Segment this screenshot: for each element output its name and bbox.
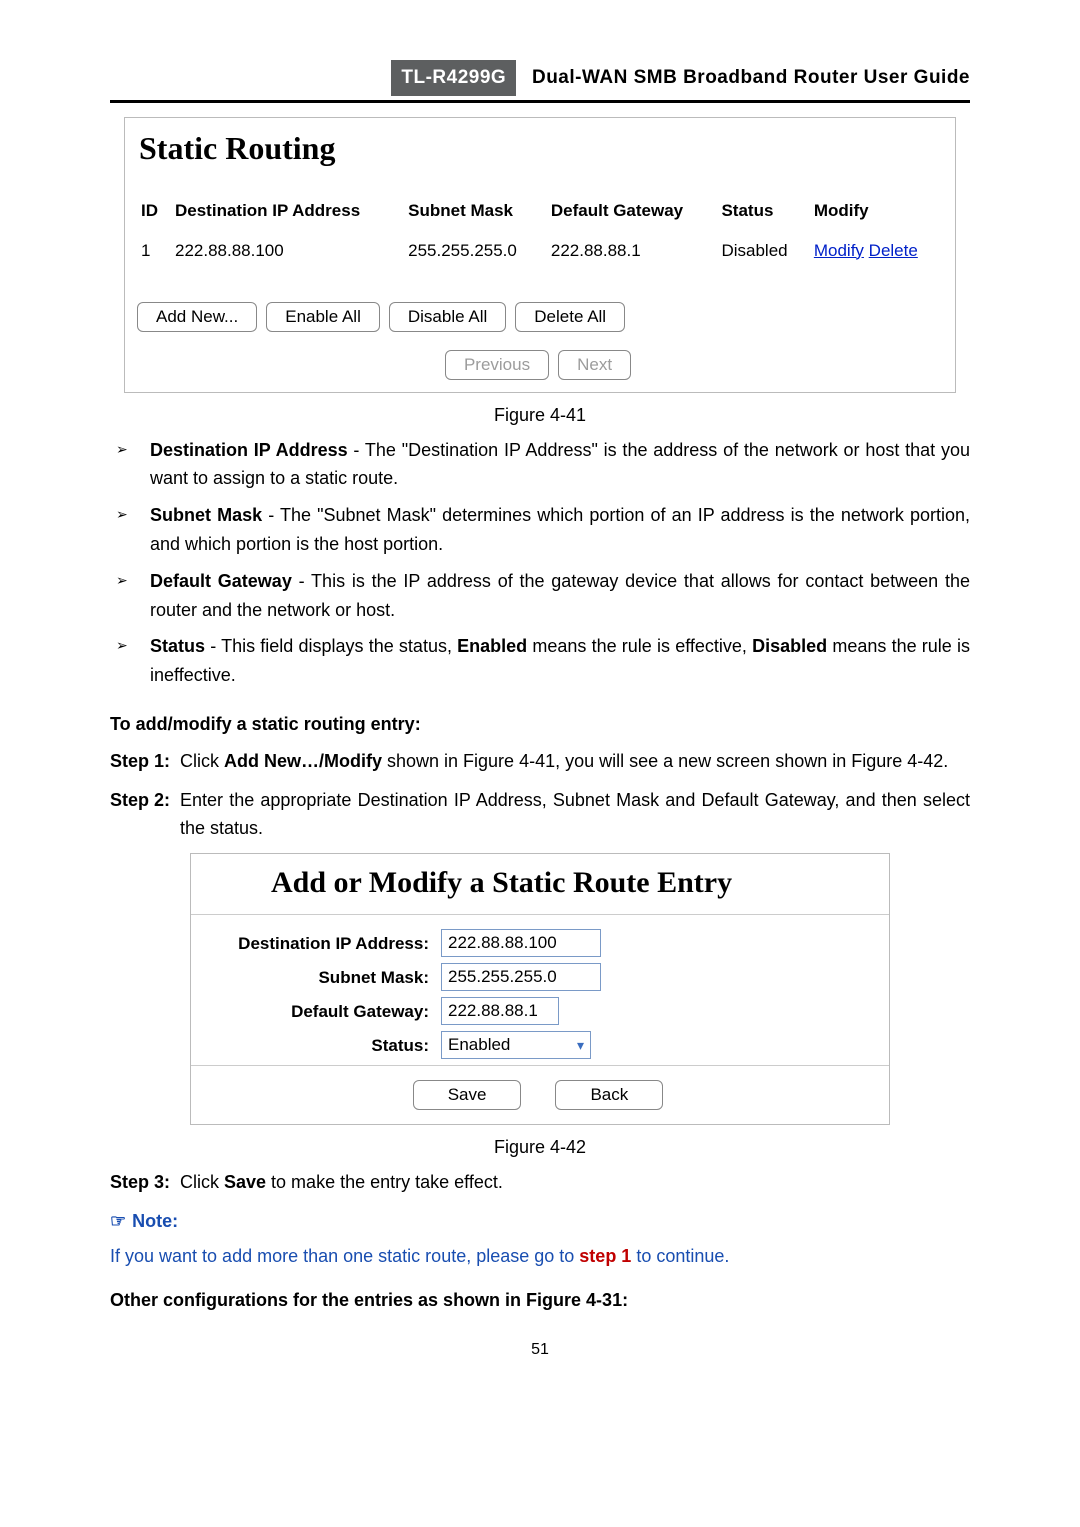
nav-button-row: Previous Next: [135, 350, 945, 380]
delete-all-button[interactable]: Delete All: [515, 302, 625, 332]
step-3-text: Click Save to make the entry take effect…: [180, 1168, 970, 1197]
select-status[interactable]: Enabled ▾: [441, 1031, 591, 1059]
add-new-button[interactable]: Add New...: [137, 302, 257, 332]
label-dest-ip: Destination IP Address:: [191, 930, 441, 957]
step-2-text: Enter the appropriate Destination IP Add…: [180, 786, 970, 844]
next-button[interactable]: Next: [558, 350, 631, 380]
note-text: If you want to add more than one static …: [110, 1242, 970, 1271]
step-2: Step 2: Enter the appropriate Destinatio…: [110, 786, 970, 844]
s1-a: Click: [180, 751, 224, 771]
col-modify: Modify: [808, 193, 945, 232]
step-3: Step 3: Click Save to make the entry tak…: [110, 1168, 970, 1197]
s3-a: Click: [180, 1172, 224, 1192]
to-add-heading: To add/modify a static routing entry:: [110, 714, 421, 734]
modify-link[interactable]: Modify: [814, 241, 864, 260]
table-row: 1 222.88.88.100 255.255.255.0 222.88.88.…: [135, 233, 945, 268]
divider: [191, 914, 889, 915]
input-dest-ip[interactable]: [441, 929, 601, 957]
page-number: 51: [110, 1337, 970, 1363]
input-subnet-mask[interactable]: [441, 963, 601, 991]
cell-mask: 255.255.255.0: [402, 233, 545, 268]
col-dest-ip: Destination IP Address: [169, 193, 402, 232]
figure-4-42: Add or Modify a Static Route Entry Desti…: [190, 853, 890, 1125]
save-button[interactable]: Save: [413, 1080, 522, 1110]
s1-b: Add New…/Modify: [224, 751, 382, 771]
table-header-row: ID Destination IP Address Subnet Mask De…: [135, 193, 945, 232]
col-status: Status: [715, 193, 807, 232]
note-text-a: If you want to add more than one static …: [110, 1246, 579, 1266]
label-default-gateway: Default Gateway:: [191, 998, 441, 1025]
previous-button[interactable]: Previous: [445, 350, 549, 380]
static-routing-heading: Static Routing: [139, 130, 945, 167]
bullet-subnet-mask: Subnet Mask - The "Subnet Mask" determin…: [110, 501, 970, 559]
text-status-b: means the rule is effective,: [527, 636, 752, 656]
disable-all-button[interactable]: Disable All: [389, 302, 506, 332]
note-step1: step 1: [579, 1246, 631, 1266]
label-subnet-mask: Subnet Mask:: [191, 964, 441, 991]
cell-id: 1: [135, 233, 169, 268]
select-status-value: Enabled: [448, 1035, 510, 1055]
other-config-heading: Other configurations for the entries as …: [110, 1290, 628, 1310]
step-1-label: Step 1:: [110, 747, 180, 776]
col-id: ID: [135, 193, 169, 232]
text-status-a: - This field displays the status,: [205, 636, 457, 656]
bullet-default-gateway: Default Gateway - This is the IP address…: [110, 567, 970, 625]
action-button-row: Add New... Enable All Disable All Delete…: [137, 302, 945, 332]
s1-c: shown in Figure 4-41, you will see a new…: [382, 751, 948, 771]
term-status: Status: [150, 636, 205, 656]
term-subnet-mask: Subnet Mask: [150, 505, 262, 525]
delete-link[interactable]: Delete: [869, 241, 918, 260]
step-1: Step 1: Click Add New…/Modify shown in F…: [110, 747, 970, 776]
col-subnet-mask: Subnet Mask: [402, 193, 545, 232]
bullet-dest-ip: Destination IP Address - The "Destinatio…: [110, 436, 970, 494]
bold-disabled: Disabled: [752, 636, 827, 656]
bold-enabled: Enabled: [457, 636, 527, 656]
cell-modify: Modify Delete: [808, 233, 945, 268]
figure-4-41: Static Routing ID Destination IP Address…: [124, 117, 956, 392]
s3-c: to make the entry take effect.: [266, 1172, 503, 1192]
note-text-b: to continue.: [631, 1246, 729, 1266]
header-title: Dual-WAN SMB Broadband Router User Guide: [532, 67, 970, 88]
input-default-gateway[interactable]: [441, 997, 559, 1025]
cell-dest: 222.88.88.100: [169, 233, 402, 268]
chevron-down-icon: ▾: [577, 1037, 584, 1054]
cell-gw: 222.88.88.1: [545, 233, 716, 268]
text-subnet-mask: - The "Subnet Mask" determines which por…: [150, 505, 970, 554]
col-default-gateway: Default Gateway: [545, 193, 716, 232]
figure-4-42-caption: Figure 4-42: [110, 1133, 970, 1162]
enable-all-button[interactable]: Enable All: [266, 302, 380, 332]
pointing-hand-icon: ☞: [110, 1211, 126, 1231]
back-button[interactable]: Back: [555, 1080, 663, 1110]
model-badge: TL-R4299G: [391, 60, 516, 96]
bullet-status: Status - This field displays the status,…: [110, 632, 970, 690]
page-header: TL-R4299G Dual-WAN SMB Broadband Router …: [110, 60, 970, 103]
label-status: Status:: [191, 1032, 441, 1059]
divider: [191, 1065, 889, 1066]
note-label: Note:: [132, 1211, 178, 1231]
step-3-label: Step 3:: [110, 1168, 180, 1197]
add-modify-heading: Add or Modify a Static Route Entry: [271, 866, 889, 900]
cell-status: Disabled: [715, 233, 807, 268]
step-2-label: Step 2:: [110, 786, 180, 844]
s3-b: Save: [224, 1172, 266, 1192]
field-description-list: Destination IP Address - The "Destinatio…: [110, 436, 970, 690]
step-1-text: Click Add New…/Modify shown in Figure 4-…: [180, 747, 970, 776]
term-default-gateway: Default Gateway: [150, 571, 292, 591]
static-routing-table: ID Destination IP Address Subnet Mask De…: [135, 193, 945, 267]
note-heading: ☞ Note:: [110, 1207, 970, 1236]
figure-4-41-caption: Figure 4-41: [110, 401, 970, 430]
term-dest-ip: Destination IP Address: [150, 440, 348, 460]
